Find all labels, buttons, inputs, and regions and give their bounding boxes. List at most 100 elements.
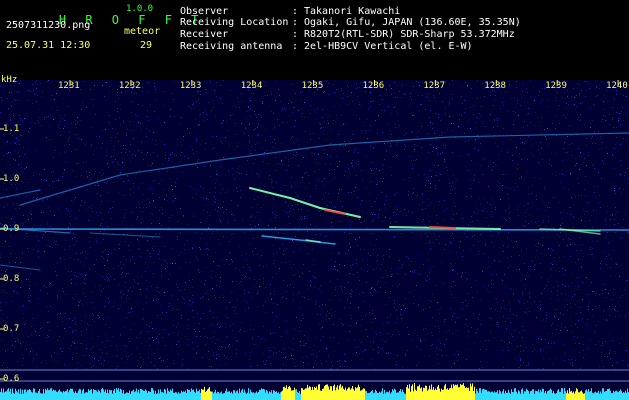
noise-dot bbox=[0, 86, 1, 87]
noise-dot bbox=[347, 104, 348, 105]
noise-dot bbox=[453, 219, 454, 220]
noise-dot bbox=[57, 295, 58, 296]
noise-dot bbox=[394, 194, 395, 195]
noise-dot bbox=[3, 189, 4, 190]
noise-dot bbox=[509, 216, 510, 217]
noise-dot bbox=[612, 154, 613, 155]
noise-dot bbox=[53, 171, 54, 172]
noise-dot bbox=[126, 317, 127, 318]
noise-dot bbox=[120, 335, 121, 336]
noise-dot bbox=[81, 335, 82, 336]
histogram-bar bbox=[543, 388, 544, 400]
noise-dot bbox=[608, 254, 609, 255]
histogram-bar bbox=[111, 390, 112, 400]
noise-dot bbox=[602, 119, 603, 120]
noise-dot bbox=[251, 215, 252, 216]
noise-dot bbox=[192, 149, 193, 150]
noise-dot bbox=[147, 240, 148, 241]
noise-dot bbox=[170, 259, 171, 260]
noise-dot bbox=[508, 150, 509, 151]
noise-dot bbox=[532, 202, 533, 203]
noise-dot bbox=[86, 107, 87, 108]
noise-dot bbox=[164, 260, 165, 261]
noise-dot bbox=[130, 261, 131, 262]
noise-dot bbox=[565, 233, 566, 234]
histogram-bar bbox=[98, 389, 99, 400]
noise-dot bbox=[620, 124, 621, 125]
noise-dot bbox=[321, 308, 322, 309]
noise-dot bbox=[190, 186, 191, 187]
noise-dot bbox=[268, 225, 269, 226]
noise-dot bbox=[400, 211, 401, 212]
noise-dot bbox=[249, 140, 250, 141]
noise-dot bbox=[491, 308, 492, 309]
noise-dot bbox=[453, 175, 454, 176]
noise-dot bbox=[176, 344, 177, 345]
noise-dot bbox=[290, 284, 291, 285]
histogram-bar bbox=[195, 392, 196, 400]
noise-dot bbox=[521, 249, 522, 250]
noise-dot bbox=[412, 193, 413, 194]
noise-dot bbox=[165, 155, 166, 156]
noise-dot bbox=[11, 111, 12, 112]
noise-dot bbox=[615, 144, 616, 145]
noise-dot bbox=[38, 256, 39, 257]
x-tick-label: 1231 bbox=[58, 81, 80, 91]
noise-dot bbox=[432, 146, 433, 147]
noise-dot bbox=[427, 199, 428, 200]
noise-dot bbox=[332, 226, 333, 227]
noise-dot bbox=[116, 345, 117, 346]
noise-dot bbox=[547, 207, 548, 208]
noise-dot bbox=[534, 125, 535, 126]
noise-dot bbox=[349, 239, 350, 240]
noise-dot bbox=[439, 243, 440, 244]
noise-dot bbox=[416, 197, 417, 198]
noise-dot bbox=[429, 242, 430, 243]
histogram-bar bbox=[165, 389, 166, 400]
histogram-bar bbox=[542, 388, 543, 400]
noise-dot bbox=[214, 331, 215, 332]
histogram-bar bbox=[449, 388, 450, 400]
noise-dot bbox=[480, 299, 481, 300]
histogram-bar bbox=[430, 389, 431, 400]
noise-dot bbox=[314, 110, 315, 111]
noise-dot bbox=[572, 365, 573, 366]
noise-dot bbox=[225, 137, 226, 138]
noise-dot bbox=[366, 282, 367, 283]
histogram-bar bbox=[426, 385, 427, 400]
noise-dot bbox=[213, 261, 214, 262]
noise-dot bbox=[445, 147, 446, 148]
noise-dot bbox=[194, 329, 195, 330]
noise-dot bbox=[538, 125, 539, 126]
noise-dot bbox=[20, 118, 21, 119]
noise-dot bbox=[201, 233, 202, 234]
histogram-bar bbox=[335, 390, 336, 400]
noise-dot bbox=[250, 217, 251, 218]
noise-dot bbox=[130, 189, 131, 190]
noise-dot bbox=[286, 170, 287, 171]
noise-dot bbox=[154, 353, 155, 354]
noise-dot bbox=[195, 165, 196, 166]
noise-dot bbox=[0, 112, 1, 113]
histogram-bar bbox=[21, 393, 22, 400]
noise-dot bbox=[170, 116, 171, 117]
noise-dot bbox=[72, 171, 73, 172]
noise-dot bbox=[380, 332, 381, 333]
noise-dot bbox=[532, 145, 533, 146]
noise-dot bbox=[101, 201, 102, 202]
noise-dot bbox=[373, 349, 374, 350]
noise-dot bbox=[571, 273, 572, 274]
noise-dot bbox=[209, 311, 210, 312]
histogram-bar bbox=[164, 388, 165, 400]
noise-dot bbox=[349, 307, 350, 308]
noise-dot bbox=[74, 237, 75, 238]
histogram-bar bbox=[161, 392, 162, 400]
noise-dot bbox=[540, 142, 541, 143]
noise-dot bbox=[422, 357, 423, 358]
noise-dot bbox=[259, 286, 260, 287]
noise-dot bbox=[276, 273, 277, 274]
noise-dot bbox=[442, 152, 443, 153]
noise-dot bbox=[303, 204, 304, 205]
histogram-bar bbox=[624, 392, 625, 400]
histogram-bar bbox=[418, 386, 419, 400]
